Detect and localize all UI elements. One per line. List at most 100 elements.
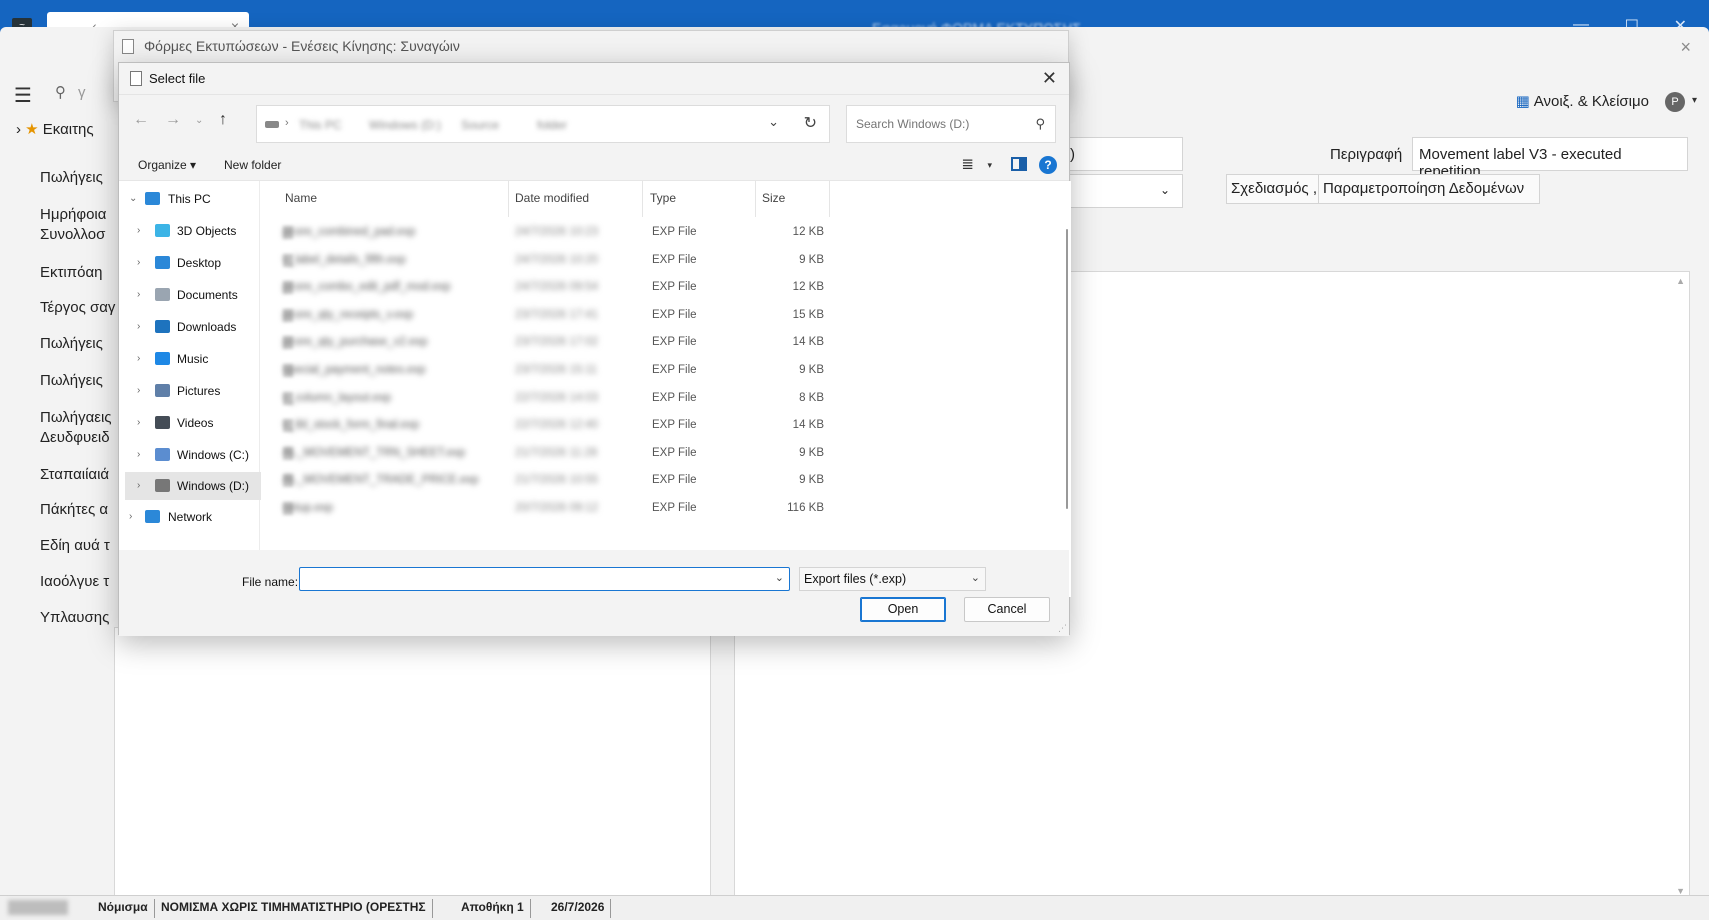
file-date: 22/7/2026 12:40 <box>515 419 599 432</box>
close-icon[interactable]: × <box>1680 37 1691 58</box>
nav-item[interactable]: Εκτιπόαη <box>40 263 102 283</box>
column-divider <box>755 181 756 217</box>
tree-item[interactable]: › Documents <box>119 281 260 309</box>
file-row[interactable]: v_label_details_fifth.exp 24/7/2026 10:20… <box>261 247 961 275</box>
tree-item[interactable]: › Music <box>119 345 260 373</box>
scroll-up-icon[interactable]: ▲ <box>1676 276 1685 286</box>
file-row[interactable]: v_tbl_stock_form_final.exp 22/7/2026 12:4… <box>261 412 961 440</box>
menu-search-input[interactable]: γ <box>78 84 86 101</box>
file-type-select[interactable]: Export files (*.exp) ⌄ <box>799 567 986 591</box>
tree-item[interactable]: › Network <box>119 503 260 531</box>
chevron-right-icon[interactable]: › <box>129 503 132 531</box>
scrollbar[interactable] <box>1066 229 1068 509</box>
nav-item[interactable]: Πωλήγαεις Δευδφυειδ <box>40 408 112 448</box>
breadcrumb[interactable]: folder <box>537 118 567 132</box>
tree-item[interactable]: › 3D Objects <box>119 217 260 245</box>
nav-item[interactable]: Ιαοόλγυε τ <box>40 572 109 592</box>
view-list-icon[interactable]: ≣ <box>961 155 974 173</box>
file-row[interactable]: v_column_layout.exp 22/7/2026 14:03 EXP Fi… <box>261 385 961 413</box>
file-size: 14 KB <box>792 419 824 432</box>
column-header-type[interactable]: Type <box>650 191 676 205</box>
nav-item[interactable]: Πωλήγεις <box>40 371 103 391</box>
column-header-date[interactable]: Date modified <box>515 191 589 205</box>
tab-data-params[interactable]: Παραμετροποίηση Δεδομένων <box>1318 174 1540 204</box>
file-row[interactable]: pcore_qty_receipts_v.exp 23/7/2026 17:41 E… <box>261 302 961 330</box>
chevron-down-icon[interactable]: ⌄ <box>775 571 784 584</box>
search-box[interactable]: ⚲ <box>846 105 1056 143</box>
preview-pane-icon[interactable] <box>1011 157 1027 171</box>
up-arrow-icon[interactable]: ↑ <box>219 111 227 129</box>
file-row[interactable]: pcore_combined_pad.exp 24/7/2026 10:23 EXP… <box>261 219 961 247</box>
breadcrumb[interactable]: Windows (D:) <box>369 118 441 132</box>
view-options-icon[interactable]: ▾ <box>987 160 992 171</box>
search-input[interactable] <box>856 117 1016 131</box>
chevron-down-icon[interactable]: ⌄ <box>129 185 137 213</box>
back-arrow-icon[interactable]: ← <box>133 111 149 129</box>
statusbar: Νόμισμα ΝΟΜΙΣΜΑ ΧΩΡΙΣ ΤΙΜΗΜΑΤΙΣΤΗΡΙΟ (ΟΡ… <box>0 895 1709 920</box>
new-folder-button[interactable]: New folder <box>224 158 281 172</box>
chevron-right-icon[interactable]: › <box>137 281 140 309</box>
tree-item[interactable]: › Desktop <box>119 249 260 277</box>
file-date: 21/7/2026 11:28 <box>515 446 598 459</box>
nav-item[interactable]: Σταπαιίαιά <box>40 465 109 485</box>
file-row[interactable]: special_payment_notes.exp 23/7/2026 15:11… <box>261 357 961 385</box>
help-icon[interactable]: ? <box>1039 156 1057 174</box>
organize-button[interactable]: Organize ▾ <box>138 158 196 172</box>
chevron-right-icon[interactable]: › <box>137 441 140 469</box>
chevron-right-icon[interactable]: › <box>137 409 140 437</box>
column-header-size[interactable]: Size <box>762 191 785 205</box>
chevron-right-icon[interactable]: › <box>137 345 140 373</box>
tree-item[interactable]: › Windows (C:) <box>119 441 260 469</box>
forward-arrow-icon[interactable]: → <box>165 111 181 129</box>
tree-item[interactable]: › Pictures <box>119 377 260 405</box>
file-row[interactable]: pcore_combo_edit_pdf_mod.exp 24/7/2026 09… <box>261 274 961 302</box>
tree-item-label: Desktop <box>177 256 222 270</box>
chevron-right-icon[interactable]: › <box>137 472 140 500</box>
code-field[interactable]: ) <box>1063 137 1183 171</box>
file-name-label: File name: <box>242 575 299 589</box>
nav-header[interactable]: › ★ Εκαιτης <box>16 120 94 140</box>
file-row[interactable]: AL_MOVEMENT_TRADE_PRICE.exp 21/7/2026 10:… <box>261 467 961 495</box>
file-name-input[interactable]: ⌄ <box>299 567 790 591</box>
refresh-icon[interactable]: ↻ <box>804 113 817 133</box>
breadcrumb[interactable]: This PC <box>299 118 342 132</box>
nav-item[interactable]: Πάκήτες α <box>40 500 108 520</box>
open-close-button[interactable]: ▦ Ανοιξ. & Κλείσιμο <box>1516 92 1649 110</box>
nav-item[interactable]: Πωλήγεις <box>40 168 103 188</box>
tree-item[interactable]: ⌄ This PC <box>119 185 260 213</box>
file-size: 14 KB <box>792 336 824 349</box>
tree-item[interactable]: › Videos <box>119 409 260 437</box>
hamburger-menu-icon[interactable]: ☰ <box>14 83 32 108</box>
avatar[interactable]: P <box>1665 92 1685 112</box>
address-bar[interactable]: › This PC Windows (D:) Source folder ⌄ ↻ <box>256 105 830 143</box>
file-type: EXP File <box>652 281 697 294</box>
nav-item[interactable]: Εδίη αυά τ <box>40 536 110 556</box>
tab-design[interactable]: Σχεδιασμός , <box>1226 174 1323 204</box>
nav-item[interactable]: Τέργος σαγ <box>40 298 115 318</box>
column-header-name[interactable]: Name <box>285 191 317 205</box>
description-label: Περιγραφή <box>1330 146 1403 163</box>
description-field[interactable]: Movement label V3 - executed repetition <box>1412 137 1688 180</box>
close-icon[interactable]: ✕ <box>1042 68 1057 89</box>
nav-item[interactable]: Υπλαυσης <box>40 608 109 628</box>
resize-grip-icon[interactable]: ⋰ <box>1058 623 1067 634</box>
file-row[interactable]: pcore_qty_purchase_v2.exp 23/7/2026 17:02… <box>261 329 961 357</box>
chevron-right-icon[interactable]: › <box>137 313 140 341</box>
cancel-button[interactable]: Cancel <box>964 597 1050 622</box>
tree-item[interactable]: › Downloads <box>119 313 260 341</box>
chevron-right-icon[interactable]: › <box>137 249 140 277</box>
chevron-down-icon[interactable]: ⌄ <box>768 114 779 130</box>
file-row[interactable]: AL_MOVEMENT_TRN_SHEET.exp 21/7/2026 11:28… <box>261 440 961 468</box>
chevron-right-icon[interactable]: › <box>137 217 140 245</box>
type-select[interactable]: ⌄ <box>1063 174 1183 208</box>
recent-locations-icon[interactable]: ⌄ <box>195 115 203 126</box>
file-row[interactable]: setup.exp 20/7/2026 09:12 EXP File 116 KB <box>261 495 961 523</box>
nav-item[interactable]: Ημρήφοια Συνολλοσ <box>40 205 106 245</box>
nav-header-label: Εκαιτης <box>42 121 94 138</box>
chevron-down-icon[interactable]: ▾ <box>1692 95 1697 106</box>
open-button[interactable]: Open <box>860 597 946 622</box>
tree-item[interactable]: › Windows (D:) <box>125 472 262 500</box>
chevron-right-icon[interactable]: › <box>137 377 140 405</box>
nav-item[interactable]: Πωλήγεις <box>40 334 103 354</box>
breadcrumb[interactable]: Source <box>461 118 499 132</box>
